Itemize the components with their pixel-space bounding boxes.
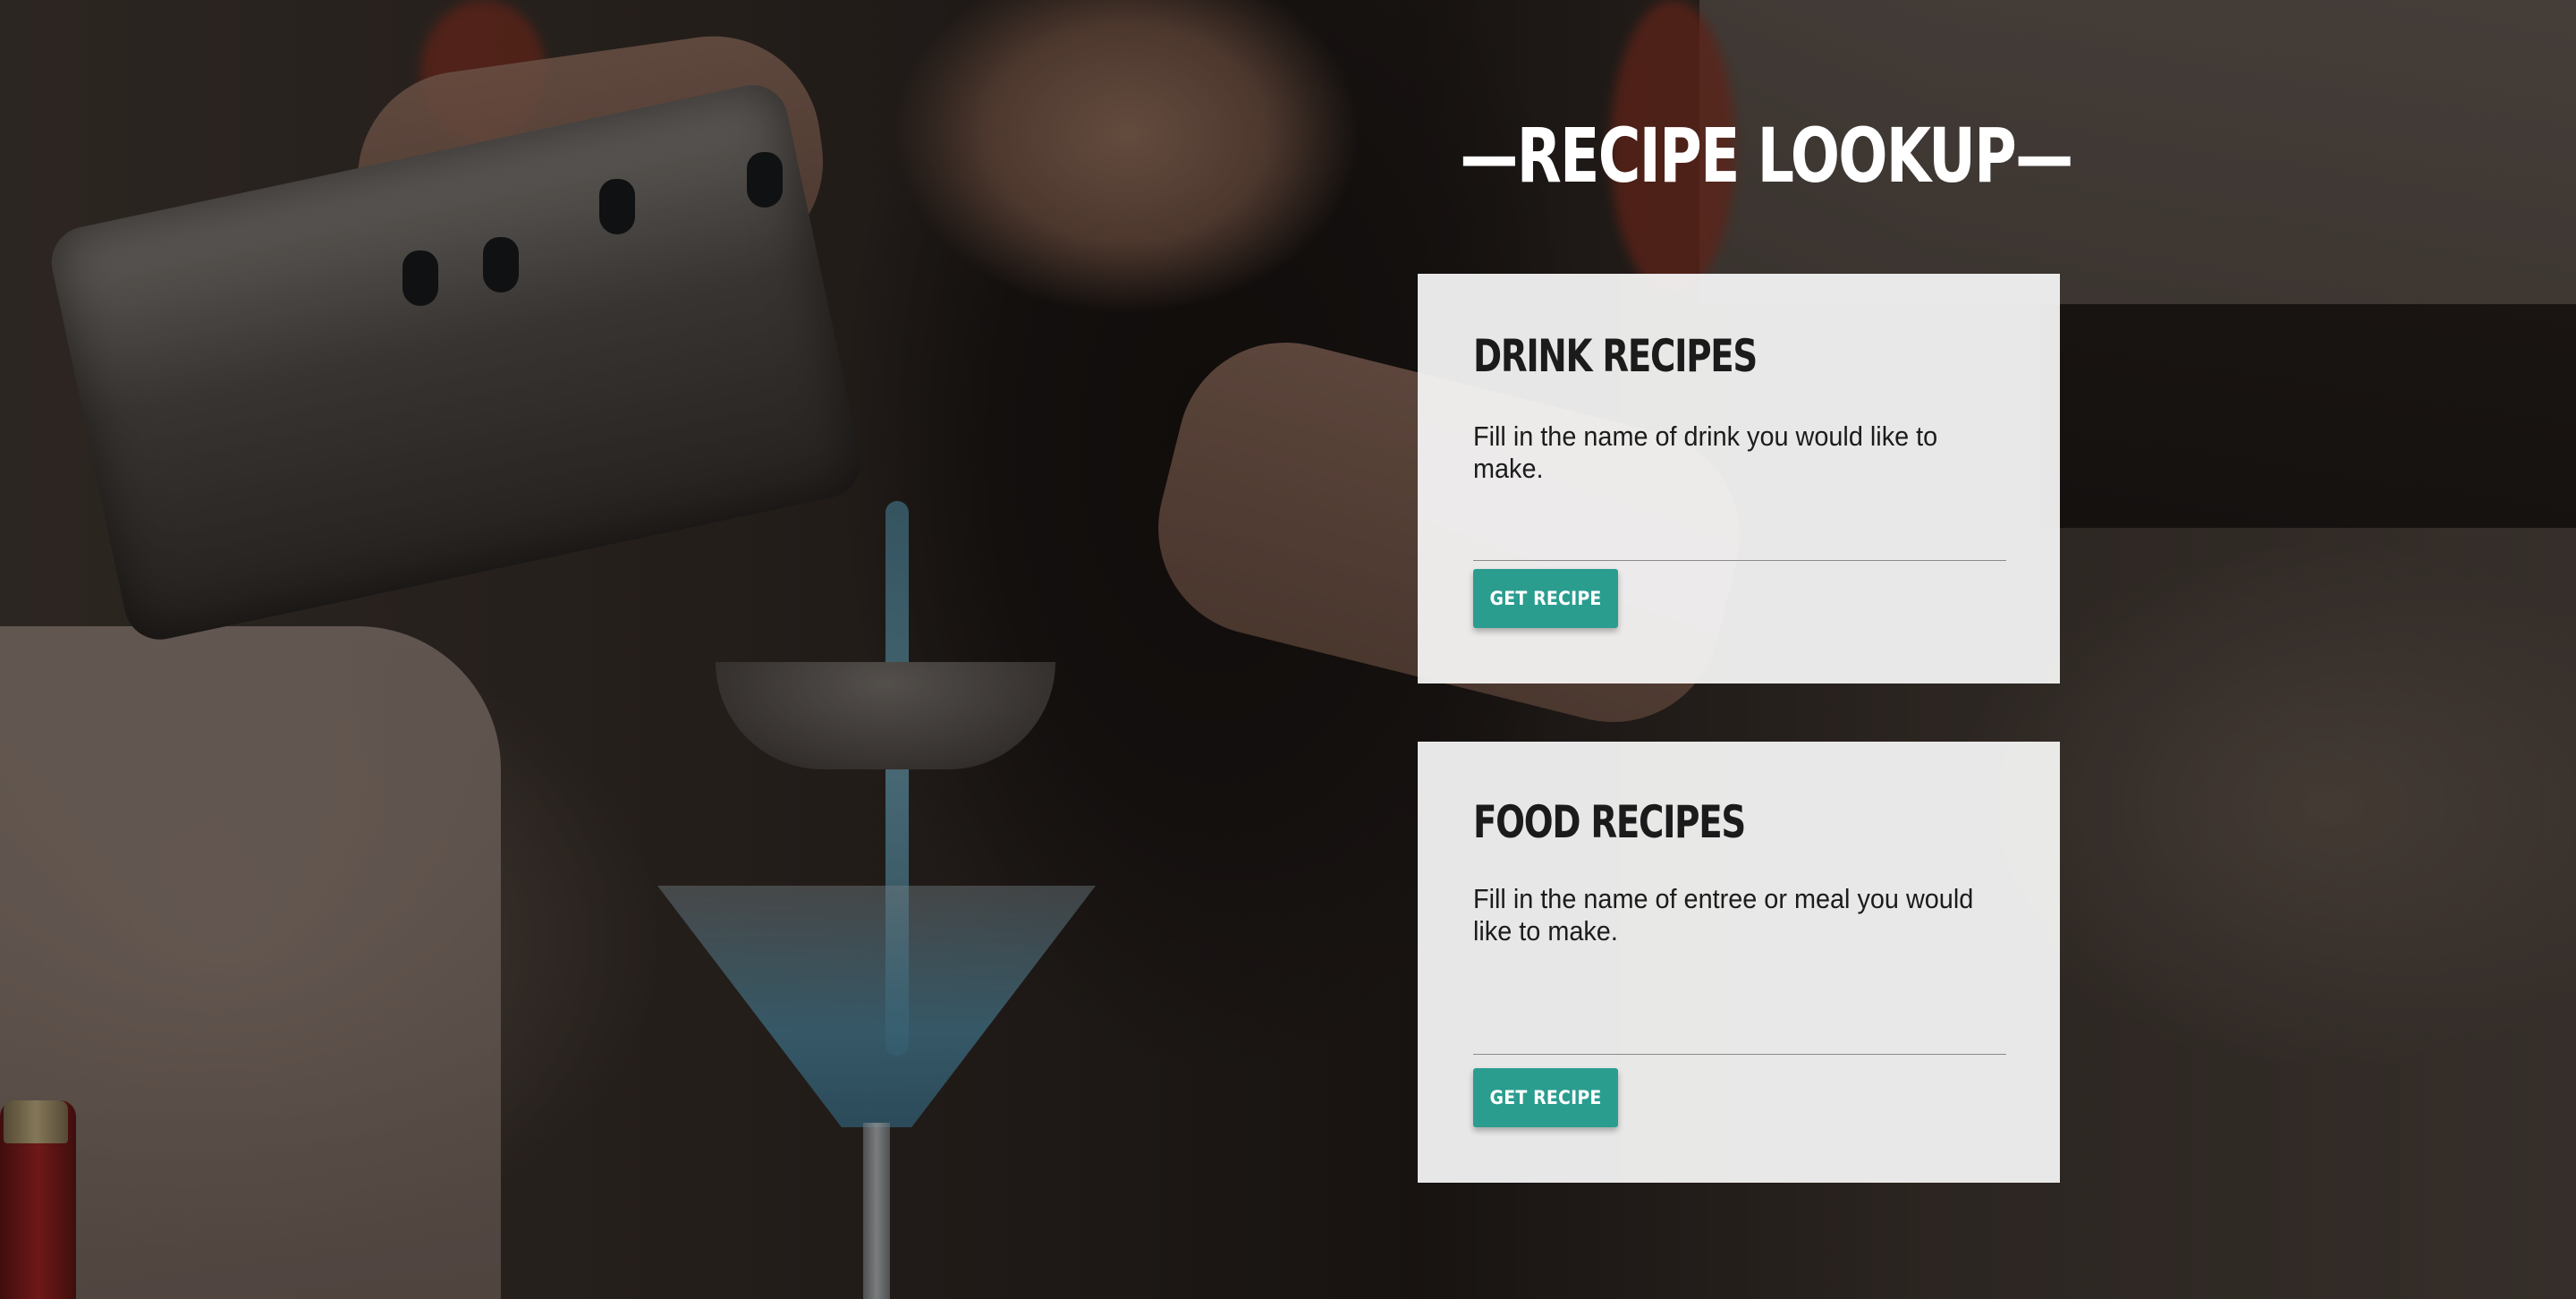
page-root: —RECIPE LOOKUP— DRINK RECIPES Fill in th…	[0, 0, 2576, 1299]
get-drink-recipe-button[interactable]: GET RECIPE	[1473, 569, 1618, 628]
food-recipes-heading: FOOD RECIPES	[1473, 796, 1746, 848]
background-dark-overlay	[0, 0, 2576, 1299]
drink-recipes-card: DRINK RECIPES Fill in the name of drink …	[1418, 274, 2060, 683]
food-recipes-card: FOOD RECIPES Fill in the name of entree …	[1418, 742, 2060, 1183]
background-photo	[0, 0, 2576, 1299]
food-name-input[interactable]	[1473, 1005, 2006, 1055]
drink-recipes-heading: DRINK RECIPES	[1473, 330, 1758, 382]
get-food-recipe-button[interactable]: GET RECIPE	[1473, 1068, 1618, 1127]
drink-recipes-description: Fill in the name of drink you would like…	[1473, 420, 1938, 484]
food-recipes-description: Fill in the name of entree or meal you w…	[1473, 883, 1974, 947]
page-title: —RECIPE LOOKUP—	[1460, 112, 2073, 200]
drink-name-input[interactable]	[1473, 511, 2006, 561]
